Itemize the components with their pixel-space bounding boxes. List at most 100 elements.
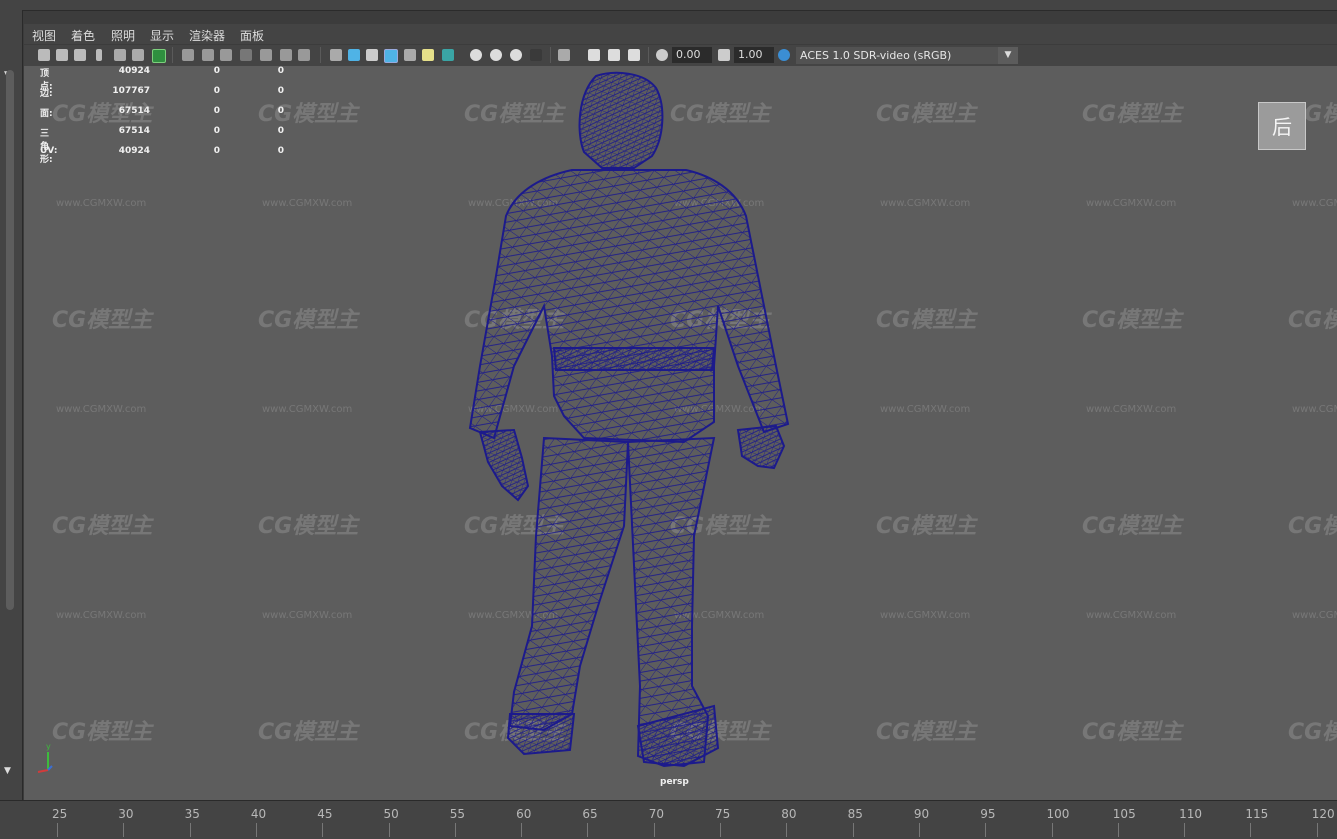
isolate-select-icon[interactable] [558,49,570,61]
field-chart-icon[interactable] [260,49,272,61]
camera-attributes-icon[interactable] [74,49,86,61]
toolbar-divider [648,47,649,63]
left-side-strip: ▼ ▼ [0,10,23,800]
toolbar-divider [320,47,321,63]
time-tick-mark [255,823,257,837]
exposure-icon[interactable] [656,49,668,61]
time-tick-label: 115 [1245,807,1269,821]
depth-of-field-icon[interactable] [530,49,542,61]
camera-icon[interactable] [38,49,50,61]
xray-joints-icon[interactable] [628,49,640,61]
time-tick-mark [852,823,854,837]
time-tick-mark [653,823,655,837]
gamma-field[interactable]: 1.00 [734,47,774,63]
time-tick-mark [388,823,390,837]
safe-action-icon[interactable] [280,49,292,61]
time-tick-label: 120 [1311,807,1335,821]
time-tick-mark [918,823,920,837]
time-tick-mark [1117,823,1119,837]
time-tick-mark [1051,823,1053,837]
textured-icon[interactable] [404,49,416,61]
menu-show[interactable]: 显示 [150,27,174,44]
time-tick-mark [1250,823,1252,837]
time-tick-mark [521,823,523,837]
3d-viewport[interactable]: CG模型主 www.CGMXW.com CG模型主 www.CGMXW.com CG模型… [24,66,1337,800]
toolbar-divider [172,47,173,63]
xray-icon[interactable] [588,49,600,61]
time-tick-label: 45 [317,807,333,821]
time-tick-label: 65 [582,807,598,821]
time-tick-mark [1184,823,1186,837]
time-tick-mark [985,823,987,837]
time-tick-label: 80 [781,807,797,821]
resolution-gate-icon[interactable] [220,49,232,61]
view-transform-value: ACES 1.0 SDR-video (sRGB) [800,49,952,62]
wireframe-on-shaded-icon[interactable] [384,49,398,63]
shadows-icon[interactable] [442,49,454,61]
smooth-shade-icon[interactable] [348,49,360,61]
camera-name-label: persp [660,777,689,787]
time-tick-mark [1316,823,1318,837]
menu-shading[interactable]: 着色 [71,27,95,44]
top-toolbar-strip [0,0,1337,11]
grease-pencil-icon[interactable] [152,49,166,63]
time-tick-label: 35 [184,807,200,821]
time-tick-mark [189,823,191,837]
menu-renderer[interactable]: 渲染器 [189,27,225,44]
view-transform-dropdown[interactable]: ACES 1.0 SDR-video (sRGB) ▼ [796,47,1018,64]
time-tick-label: 110 [1179,807,1202,821]
color-management-icon[interactable] [778,49,790,61]
motion-blur-icon[interactable] [490,49,502,61]
time-tick-label: 100 [1046,807,1070,821]
time-slider[interactable]: 25 30 35 40 45 50 55 60 65 70 75 80 85 90 95 100 105 110 1… [0,800,1337,839]
viewport-menu-bar: 视图 着色 照明 显示 渲染器 面板 [24,24,1337,44]
scroll-down-icon[interactable]: ▼ [4,766,11,776]
2d-pan-zoom-icon[interactable] [132,49,144,61]
exposure-field[interactable]: 0.00 [672,47,712,63]
grid-icon[interactable] [182,49,194,61]
wireframe-icon[interactable] [330,49,342,61]
time-tick-label: 60 [516,807,532,821]
menu-panels[interactable]: 面板 [240,27,264,44]
character-wireframe-mesh[interactable] [24,66,1337,800]
time-tick-label: 85 [847,807,863,821]
default-material-icon[interactable] [366,49,378,61]
time-tick-mark [322,823,324,837]
time-tick-label: 50 [383,807,399,821]
gamma-icon[interactable] [718,49,730,61]
menu-lighting[interactable]: 照明 [111,27,135,44]
ambient-occlusion-icon[interactable] [470,49,482,61]
axis-y-label: y [46,742,51,751]
time-tick-label: 25 [52,807,68,821]
time-tick-mark [123,823,125,837]
time-tick-label: 95 [980,807,996,821]
time-tick-label: 75 [715,807,731,821]
anti-aliasing-icon[interactable] [510,49,522,61]
time-tick-label: 90 [913,807,930,821]
bookmark-icon[interactable] [96,49,102,61]
viewcube-face-label: 后 [1272,115,1292,139]
chevron-down-icon[interactable]: ▼ [998,47,1018,64]
image-plane-icon[interactable] [114,49,126,61]
viewport-toolbar: 0.00 1.00 ACES 1.0 SDR-video (sRGB) ▼ [24,45,1337,66]
safe-title-icon[interactable] [298,49,310,61]
time-tick-label: 105 [1112,807,1136,821]
time-tick-mark [587,823,589,837]
lock-camera-icon[interactable] [56,49,68,61]
time-tick-label: 70 [648,807,664,821]
gate-mask-icon[interactable] [240,49,252,61]
time-tick-mark [57,823,58,837]
menu-view[interactable]: 视图 [32,27,56,44]
time-tick-label: 40 [250,807,267,821]
xray-active-components-icon[interactable] [608,49,620,61]
time-tick-mark [786,823,788,837]
axis-indicator: y [34,742,64,776]
lights-icon[interactable] [422,49,434,61]
left-scrollbar[interactable] [6,70,14,610]
time-tick-label: 30 [118,807,134,821]
toolbar-divider [550,47,551,63]
viewcube[interactable]: 后 [1258,102,1306,150]
time-tick-label: 55 [449,807,466,821]
film-gate-icon[interactable] [202,49,214,61]
time-tick-mark [720,823,721,837]
